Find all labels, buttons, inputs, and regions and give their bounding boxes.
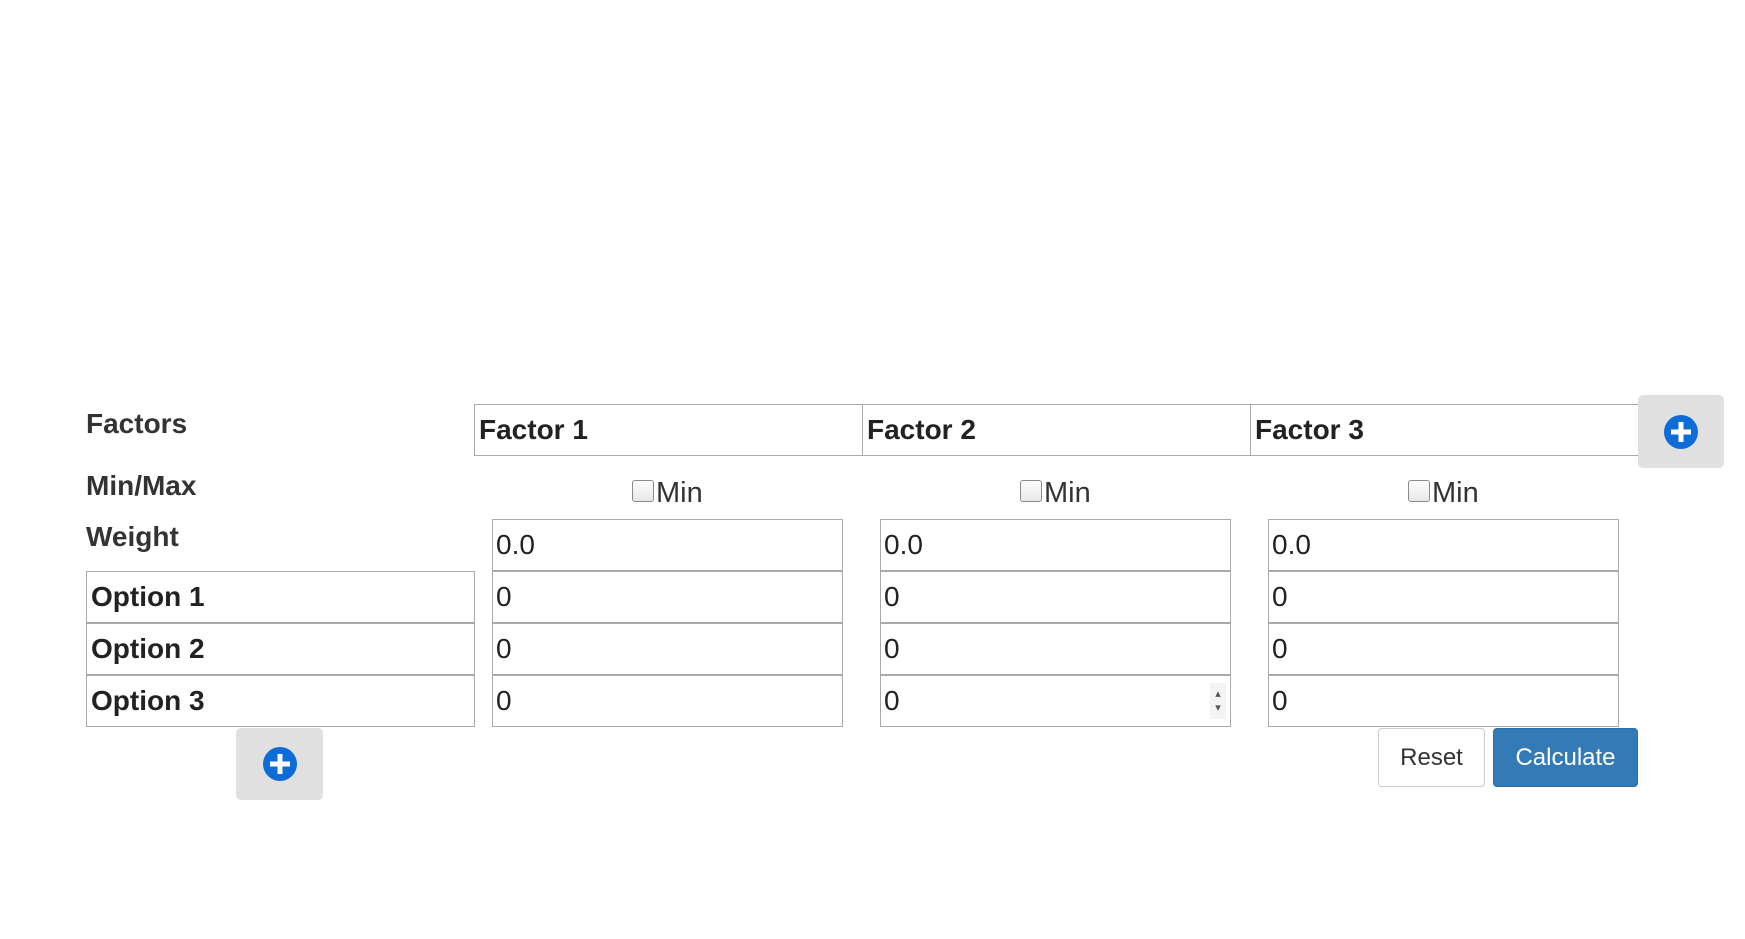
option-1-factor-2-input[interactable]	[880, 571, 1231, 623]
factor-1-min-checkbox[interactable]	[632, 480, 654, 502]
option-2-factor-1-input[interactable]	[492, 623, 843, 675]
option-1-factor-1-input[interactable]	[492, 571, 843, 623]
factor-2-min-label: Min	[1044, 477, 1091, 509]
factor-3-name-input[interactable]	[1250, 404, 1639, 456]
option-2-name-input[interactable]	[86, 623, 475, 675]
factor-2-min-toggle[interactable]: Min	[1020, 476, 1091, 510]
option-3-name-input[interactable]	[86, 675, 475, 727]
spinner-down-icon[interactable]: ▾	[1215, 701, 1221, 715]
factor-3-min-checkbox[interactable]	[1408, 480, 1430, 502]
factor-1-weight-input[interactable]	[492, 519, 843, 571]
number-spinner[interactable]: ▴ ▾	[1210, 683, 1226, 719]
factor-3-weight-input[interactable]	[1268, 519, 1619, 571]
option-2-factor-3-input[interactable]	[1268, 623, 1619, 675]
reset-button[interactable]: Reset	[1378, 728, 1485, 787]
spinner-up-icon[interactable]: ▴	[1215, 687, 1221, 701]
option-1-factor-3-input[interactable]	[1268, 571, 1619, 623]
plus-circle-icon	[262, 747, 297, 781]
weight-label: Weight	[86, 521, 179, 552]
plus-circle-icon	[1664, 414, 1698, 449]
factor-2-min-checkbox[interactable]	[1020, 480, 1042, 502]
factor-1-min-toggle[interactable]: Min	[632, 476, 703, 510]
factor-2-name-input[interactable]	[862, 404, 1251, 456]
minmax-label: Min/Max	[86, 470, 197, 501]
factor-1-min-label: Min	[656, 477, 703, 509]
factor-2-weight-input[interactable]	[880, 519, 1231, 571]
option-1-name-input[interactable]	[86, 571, 475, 623]
option-2-factor-2-input[interactable]	[880, 623, 1231, 675]
calculate-button[interactable]: Calculate	[1493, 728, 1638, 787]
factor-3-min-toggle[interactable]: Min	[1408, 476, 1479, 510]
option-3-factor-2-input[interactable]	[880, 675, 1231, 727]
option-3-factor-1-input[interactable]	[492, 675, 843, 727]
option-3-factor-3-input[interactable]	[1268, 675, 1619, 727]
factor-1-name-input[interactable]	[474, 404, 863, 456]
add-option-button[interactable]	[236, 728, 323, 800]
factors-label: Factors	[86, 408, 188, 439]
add-factor-button[interactable]	[1638, 395, 1724, 468]
factor-3-min-label: Min	[1432, 477, 1479, 509]
